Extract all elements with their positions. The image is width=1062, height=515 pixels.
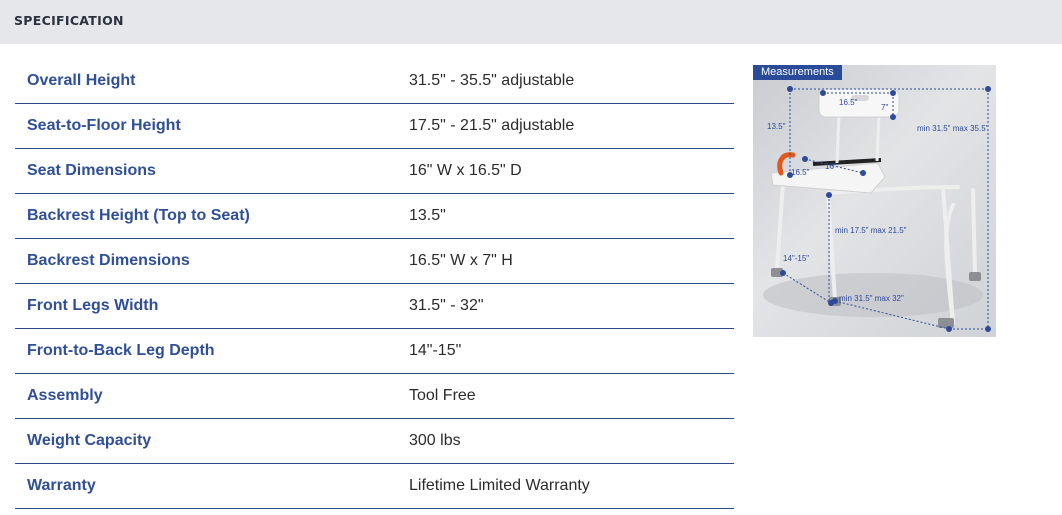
dim-backrest-top: 13.5" <box>767 122 786 131</box>
spec-value: 31.5" - 35.5" adjustable <box>409 72 575 89</box>
dim-leg-width: min 31.5" max 32" <box>839 294 904 303</box>
spec-value: 31.5" - 32" <box>409 297 484 314</box>
spec-value: 16.5" W x 7" H <box>409 252 513 269</box>
spec-row: Seat Dimensions 16" W x 16.5" D <box>15 149 734 194</box>
transfer-bench-illustration: 16.5" 7" 13.5" min 31.5" max 35.5" 16" 1… <box>763 86 991 332</box>
spec-label: Overall Height <box>27 72 136 89</box>
spec-value: 16" W x 16.5" D <box>409 162 522 179</box>
specification-table: Overall Height 31.5" - 35.5" adjustable … <box>15 59 734 509</box>
dim-seat-depth: 16.5" <box>791 168 810 177</box>
spec-label: Assembly <box>27 387 103 404</box>
spec-value: Tool Free <box>409 387 476 404</box>
spec-label: Front-to-Back Leg Depth <box>27 342 215 359</box>
spec-row: Front Legs Width 31.5" - 32" <box>15 284 734 329</box>
spec-label: Warranty <box>27 477 96 494</box>
spec-row: Overall Height 31.5" - 35.5" adjustable <box>15 59 734 104</box>
measurements-image[interactable]: 16.5" 7" 13.5" min 31.5" max 35.5" 16" 1… <box>753 65 996 337</box>
dim-seat-height: min 17.5" max 21.5" <box>835 226 907 235</box>
spec-label: Seat Dimensions <box>27 162 156 179</box>
spec-label: Backrest Dimensions <box>27 252 190 269</box>
dim-overall-height: min 31.5" max 35.5" <box>917 124 989 133</box>
dim-backrest-height: 7" <box>881 103 888 112</box>
dim-backrest-width: 16.5" <box>839 98 858 107</box>
spec-label: Backrest Height (Top to Seat) <box>27 207 250 224</box>
dim-seat-width: 16" <box>825 162 837 171</box>
measurements-tag: Measurements <box>753 65 842 80</box>
spec-row: Weight Capacity 300 lbs <box>15 419 734 464</box>
spec-row: Front-to-Back Leg Depth 14"-15" <box>15 329 734 374</box>
spec-value: 14"-15" <box>409 342 462 359</box>
spec-value: Lifetime Limited Warranty <box>409 477 590 494</box>
spec-value: 300 lbs <box>409 432 461 449</box>
spec-value: 13.5" <box>409 207 446 224</box>
spec-label: Seat-to-Floor Height <box>27 117 181 134</box>
spec-row: Assembly Tool Free <box>15 374 734 419</box>
dim-leg-depth: 14"-15" <box>783 254 809 263</box>
spec-row: Warranty Lifetime Limited Warranty <box>15 464 734 509</box>
spec-row: Backrest Dimensions 16.5" W x 7" H <box>15 239 734 284</box>
spec-row: Backrest Height (Top to Seat) 13.5" <box>15 194 734 239</box>
specification-header: SPECIFICATION <box>0 0 1062 44</box>
spec-label: Weight Capacity <box>27 432 152 449</box>
spec-label: Front Legs Width <box>27 297 159 314</box>
spec-row: Seat-to-Floor Height 17.5" - 21.5" adjus… <box>15 104 734 149</box>
section-title: SPECIFICATION <box>14 13 124 28</box>
spec-value: 17.5" - 21.5" adjustable <box>409 117 575 134</box>
